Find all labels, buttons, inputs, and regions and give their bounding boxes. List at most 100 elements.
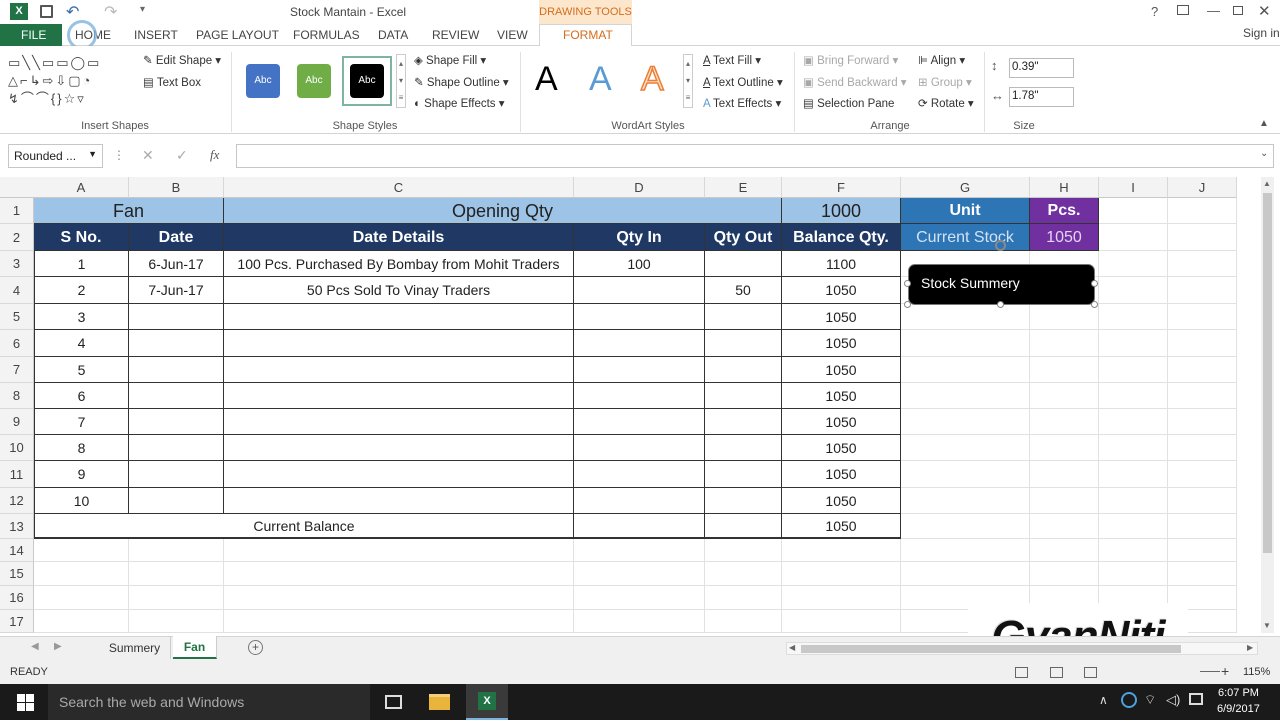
hscroll-left-icon[interactable]: ◀ [789,643,795,652]
column-header-j[interactable]: J [1168,177,1237,198]
empty-cell[interactable] [1168,409,1237,435]
empty-cell[interactable] [224,539,574,562]
text-fill-button[interactable]: A Text Fill ▾ [703,53,761,67]
help-icon[interactable]: ? [1151,4,1158,19]
empty-cell[interactable] [705,586,782,610]
rotate-button[interactable]: ⟳ Rotate ▾ [918,96,974,110]
empty-cell[interactable] [1168,277,1237,304]
data-cell-bal[interactable]: 1050 [782,277,901,304]
empty-cell[interactable] [1099,330,1168,357]
empty-cell[interactable] [1030,539,1099,562]
row-header-3[interactable]: 3 [0,251,34,277]
empty-cell[interactable] [1030,435,1099,461]
empty-cell[interactable] [129,562,224,586]
empty-cell[interactable] [1099,539,1168,562]
empty-cell[interactable] [1099,409,1168,435]
empty-cell[interactable] [1168,357,1237,383]
edit-shape-button[interactable]: ✎ Edit Shape ▾ [143,53,221,67]
data-cell-date[interactable] [129,409,224,435]
data-cell-sno[interactable]: 6 [34,383,129,409]
data-cell-details[interactable] [224,461,574,488]
zoom-in-icon[interactable]: + [1221,663,1229,679]
data-cell-qin[interactable] [574,304,705,330]
data-cell-date[interactable]: 7-Jun-17 [129,277,224,304]
empty-cell[interactable] [1099,304,1168,330]
column-header-a[interactable]: A [34,177,129,198]
tab-view[interactable]: VIEW [497,28,528,42]
empty-cell[interactable] [901,409,1030,435]
clock-date[interactable]: 6/9/2017 [1217,703,1260,715]
tray-app-icon[interactable] [1121,692,1137,708]
data-cell-date[interactable] [129,435,224,461]
shape-handle-icon[interactable] [1091,301,1098,308]
name-box[interactable]: Rounded ... ▼ [8,144,103,168]
empty-cell[interactable] [224,562,574,586]
next-sheet-icon[interactable]: ▶ [54,641,62,652]
scroll-up-icon[interactable]: ▲ [1263,179,1271,188]
empty-cell[interactable] [34,610,129,633]
cancel-icon[interactable]: ✕ [142,147,154,164]
row-header-10[interactable]: 10 [0,435,34,461]
empty-cell[interactable] [1099,198,1168,224]
data-cell-details[interactable]: 50 Pcs Sold To Vinay Traders [224,277,574,304]
text-box-button[interactable]: ▤ Text Box [143,75,201,89]
empty-cell[interactable] [901,304,1030,330]
data-cell-details[interactable] [224,357,574,383]
column-header-c[interactable]: C [224,177,574,198]
cell-unit-label[interactable]: Unit [901,198,1030,224]
empty-cell[interactable] [705,562,782,586]
file-explorer-icon[interactable] [429,694,450,710]
row-header-7[interactable]: 7 [0,357,34,383]
header-cell-f[interactable]: Balance Qty. [782,224,901,251]
data-cell-qout[interactable] [705,304,782,330]
data-cell-date[interactable] [129,488,224,514]
data-cell-qin[interactable] [574,435,705,461]
empty-cell[interactable] [901,514,1030,539]
empty-cell[interactable] [34,539,129,562]
wifi-icon[interactable]: ⌔ [1144,692,1156,708]
data-cell-sno[interactable]: 3 [34,304,129,330]
data-cell-qin[interactable]: 100 [574,251,705,277]
data-cell-qin[interactable] [574,461,705,488]
data-cell-qout[interactable] [705,357,782,383]
empty-cell[interactable] [1030,514,1099,539]
data-cell-qout[interactable] [705,383,782,409]
empty-cell[interactable] [1168,539,1237,562]
column-header-g[interactable]: G [901,177,1030,198]
column-header-d[interactable]: D [574,177,705,198]
shapes-gallery[interactable]: ▭╲╲▭▭◯▭ △⌐↳⇨⇩▢◔ ↯⌒⌒{}☆▿ [8,54,134,108]
empty-cell[interactable] [1168,383,1237,409]
row-header-9[interactable]: 9 [0,409,34,435]
empty-cell[interactable] [1099,224,1168,251]
notifications-icon[interactable] [1189,693,1203,705]
row-header-6[interactable]: 6 [0,330,34,357]
data-cell-qout[interactable] [705,409,782,435]
data-cell-details[interactable] [224,304,574,330]
data-cell-date[interactable] [129,304,224,330]
restore-icon[interactable] [1233,6,1243,15]
empty-cell[interactable] [901,435,1030,461]
empty-cell[interactable] [1099,488,1168,514]
data-cell-bal[interactable]: 1050 [782,383,901,409]
empty-cell[interactable] [1168,514,1237,539]
empty-cell[interactable] [1168,488,1237,514]
empty-cell[interactable] [1099,435,1168,461]
header-cell-c[interactable]: Date Details [224,224,574,251]
shape-style-blue[interactable]: Abc [246,64,280,98]
empty-cell[interactable] [34,586,129,610]
empty-cell[interactable] [901,330,1030,357]
empty-cell[interactable] [129,586,224,610]
data-cell-qin[interactable] [574,409,705,435]
empty-cell[interactable] [1099,251,1168,277]
data-cell-qout[interactable] [705,435,782,461]
sheet-tab-fan[interactable]: Fan [173,636,217,659]
empty-cell[interactable] [901,539,1030,562]
data-cell-sno[interactable]: 2 [34,277,129,304]
data-cell-qin[interactable] [574,357,705,383]
row-header-8[interactable]: 8 [0,383,34,409]
empty-cell[interactable] [705,539,782,562]
prev-sheet-icon[interactable]: ◀ [31,641,39,652]
row-header-11[interactable]: 11 [0,461,34,488]
data-cell-sno[interactable]: 1 [34,251,129,277]
empty-cell[interactable] [782,562,901,586]
